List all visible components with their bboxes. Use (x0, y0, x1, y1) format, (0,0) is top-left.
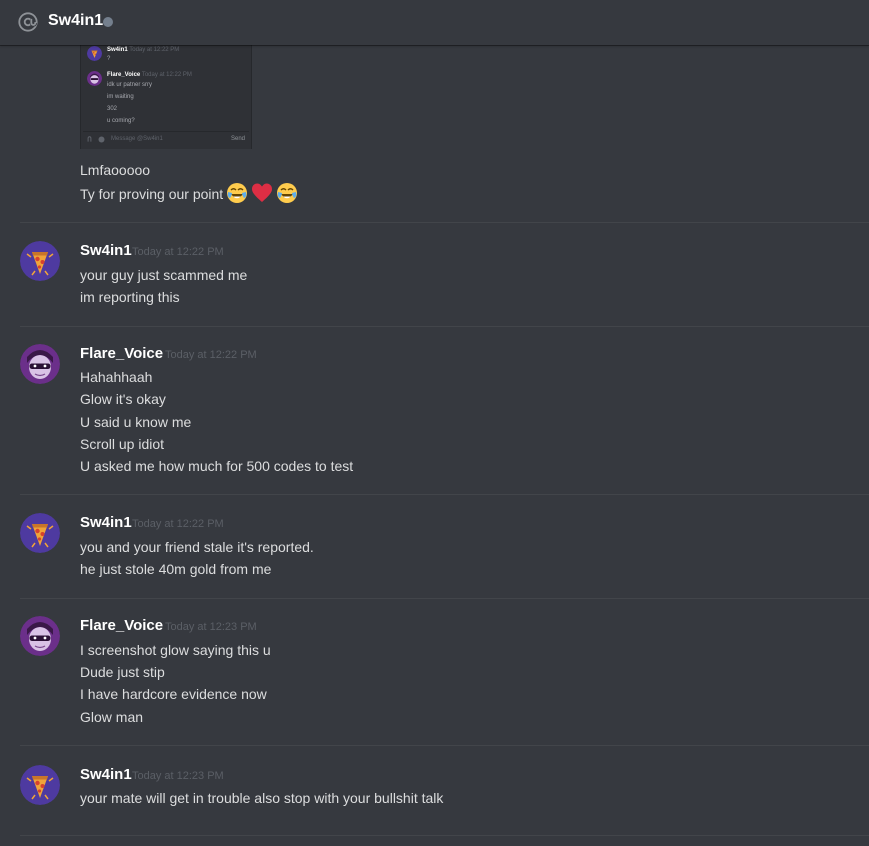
message-author[interactable]: Sw4in1 (80, 514, 132, 531)
message-timestamp: Today at 12:23 PM (132, 770, 224, 782)
message-divider (20, 835, 869, 836)
paperclip-icon (87, 136, 92, 142)
attachment-text: u coming? (107, 118, 135, 124)
masked-character-avatar-mini (87, 71, 102, 86)
message-line: Hahahhaah (80, 369, 153, 385)
masked-character-avatar[interactable] (20, 616, 60, 656)
pizza-avatar[interactable] (20, 241, 60, 281)
message-line: Scroll up idiot (80, 436, 165, 452)
message-author[interactable]: Flare_Voice (80, 617, 163, 634)
channel-header: Sw4in1 (0, 0, 869, 45)
message-divider (20, 745, 869, 746)
attachment-send-label: Send (231, 136, 246, 142)
masked-character-avatar[interactable] (20, 344, 60, 384)
message-list[interactable]: Sw4in1 Today at 12:22 PM ? Flare_Voice T… (0, 45, 869, 846)
message-author[interactable]: Sw4in1 (80, 766, 132, 783)
attachment-text: im waiting (107, 94, 134, 100)
pizza-avatar[interactable] (20, 513, 60, 553)
red-heart-emoji (252, 183, 273, 202)
message-author[interactable]: Flare_Voice (80, 345, 163, 362)
message-line: he just stole 40m gold from me (80, 561, 272, 577)
channel-name[interactable]: Sw4in1 (48, 12, 103, 30)
attachment-timestamp-2: Today at 12:22 PM (141, 72, 192, 78)
message-line: Lmfaooooo (80, 162, 151, 178)
attachment-text: 302 (107, 106, 118, 112)
message-line: Glow it's okay (80, 391, 166, 407)
message-line: I have hardcore evidence now (80, 686, 267, 702)
attachment-message-bar: Message @Sw4in1 Send (83, 131, 249, 146)
attachment-text: idk ur patner srry (107, 82, 153, 88)
message-text: Ty for proving our point (80, 186, 224, 202)
message-author[interactable]: Sw4in1 (80, 242, 132, 259)
message-divider (20, 494, 869, 495)
message-line: I screenshot glow saying this u (80, 642, 271, 658)
message-timestamp: Today at 12:22 PM (165, 349, 257, 361)
message-timestamp: Today at 12:22 PM (132, 518, 224, 530)
message-line-with-emojis: Ty for proving our point (80, 182, 298, 204)
message-divider (20, 598, 869, 599)
status-indicator (103, 17, 113, 27)
pizza-avatar-mini (87, 46, 102, 61)
attachment-text: ? (107, 56, 111, 62)
message-line: U said u know me (80, 414, 192, 430)
emoji-icon (98, 136, 105, 143)
message-divider (20, 326, 869, 327)
at-icon (18, 12, 38, 32)
message-line: U asked me how much for 500 codes to tes… (80, 458, 354, 474)
pizza-avatar[interactable] (20, 765, 60, 805)
message-line: Glow man (80, 709, 144, 725)
message-line: Dude just stip (80, 664, 165, 680)
message-divider (20, 222, 869, 223)
message-line: your mate will get in trouble also stop … (80, 790, 444, 806)
joy-emoji (227, 183, 248, 203)
screenshot-attachment[interactable]: Sw4in1 Today at 12:22 PM ? Flare_Voice T… (80, 45, 252, 149)
message-timestamp: Today at 12:22 PM (132, 246, 224, 258)
message-line: you and your friend stale it's reported. (80, 539, 314, 555)
message-line: your guy just scammed me (80, 267, 248, 283)
joy-emoji (277, 183, 298, 203)
attachment-author-1: Sw4in1 (107, 47, 128, 53)
attachment-input-placeholder: Message @Sw4in1 (111, 136, 163, 142)
attachment-timestamp-1: Today at 12:22 PM (129, 47, 180, 53)
attachment-author-2: Flare_Voice (107, 72, 141, 78)
message-timestamp: Today at 12:23 PM (165, 621, 257, 633)
message-line: im reporting this (80, 289, 180, 305)
